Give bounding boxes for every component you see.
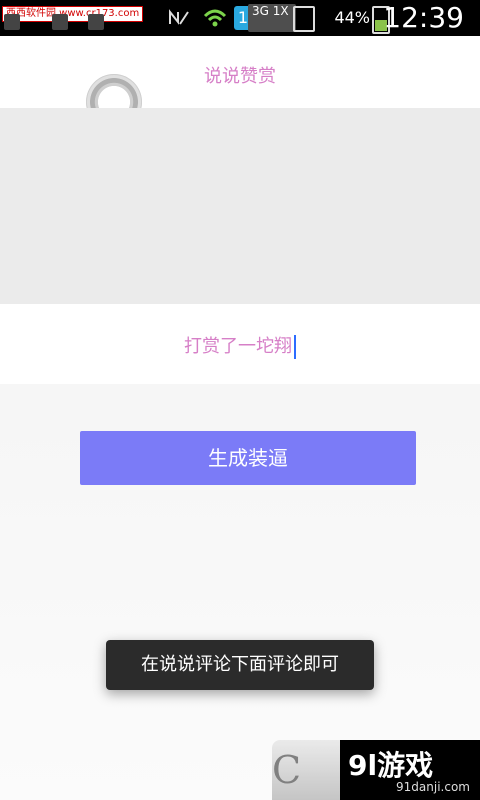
watermark-brand: 9l游戏 (348, 749, 434, 782)
app-notification-icon (4, 14, 20, 30)
image-notification-icon (52, 14, 68, 30)
play-notification-icon (88, 14, 104, 30)
watermark-url: 91danji.com (396, 780, 470, 794)
app-header: 说说赞赏 (0, 36, 480, 130)
text-caret (294, 335, 296, 359)
generate-button[interactable]: 生成装逼 (80, 431, 416, 485)
top-watermark: 西西软件园 www.cr173.com (2, 6, 144, 22)
nfc-icon (166, 6, 192, 30)
status-right: 1 3G 1X 44% 12:39 (160, 0, 480, 36)
wifi-icon (202, 6, 228, 30)
network-3g-icon: 3G 1X (248, 4, 296, 32)
content-background (0, 108, 480, 304)
status-bar: 西西软件园 www.cr173.com 1 3G 1X 44% 12:39 (0, 0, 480, 36)
battery-percent: 44% (334, 8, 370, 27)
text-input-text: 打赏了一坨翔 (184, 336, 292, 357)
status-time: 12:39 (383, 1, 464, 34)
text-input-value[interactable]: 打赏了一坨翔 (0, 332, 480, 359)
page-title: 说说赞赏 (204, 66, 276, 87)
text-input-row[interactable]: 打赏了一坨翔 (0, 304, 480, 384)
sd-card-icon (293, 6, 315, 32)
toast-message: 在说说评论下面评论即可 (106, 640, 374, 690)
bottom-watermark-left-text: C (272, 748, 302, 792)
bottom-watermark-right: 9l游戏 91danji.com (340, 740, 480, 800)
